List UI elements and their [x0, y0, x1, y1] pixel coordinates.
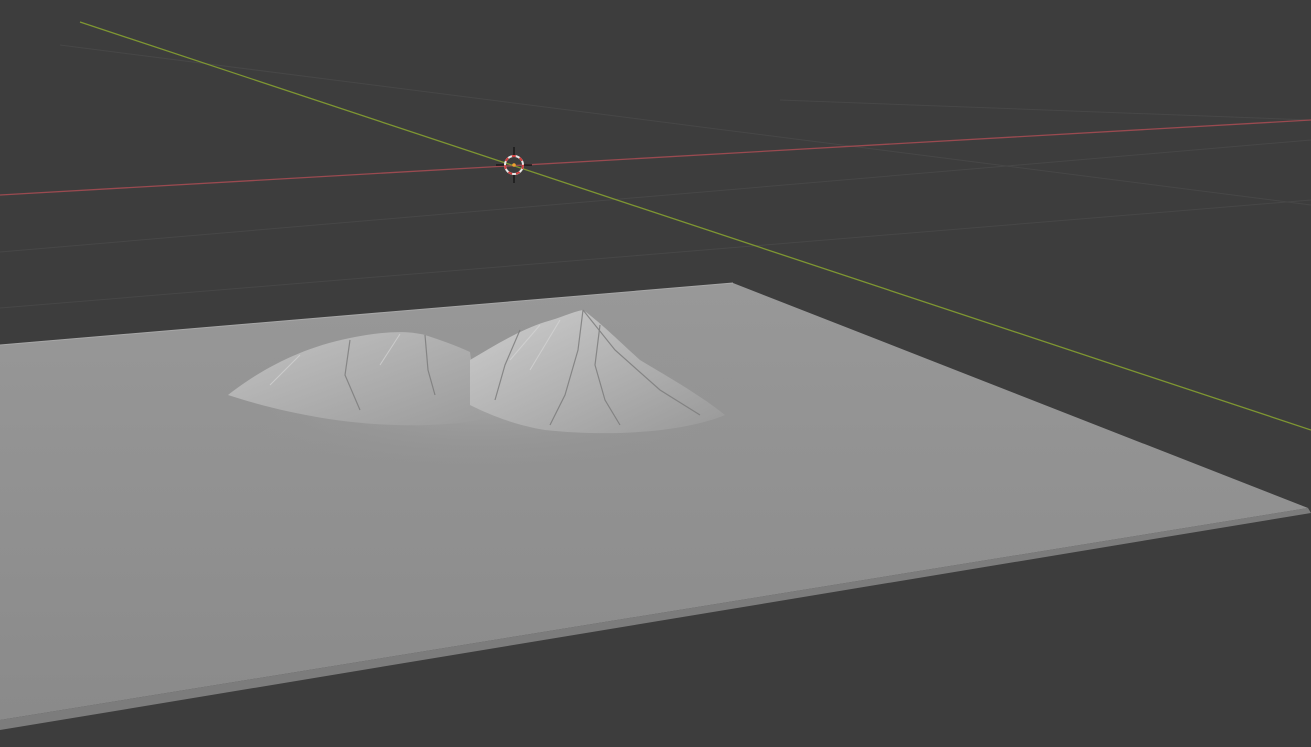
3d-viewport[interactable] [0, 0, 1311, 747]
viewport-canvas[interactable] [0, 0, 1311, 747]
